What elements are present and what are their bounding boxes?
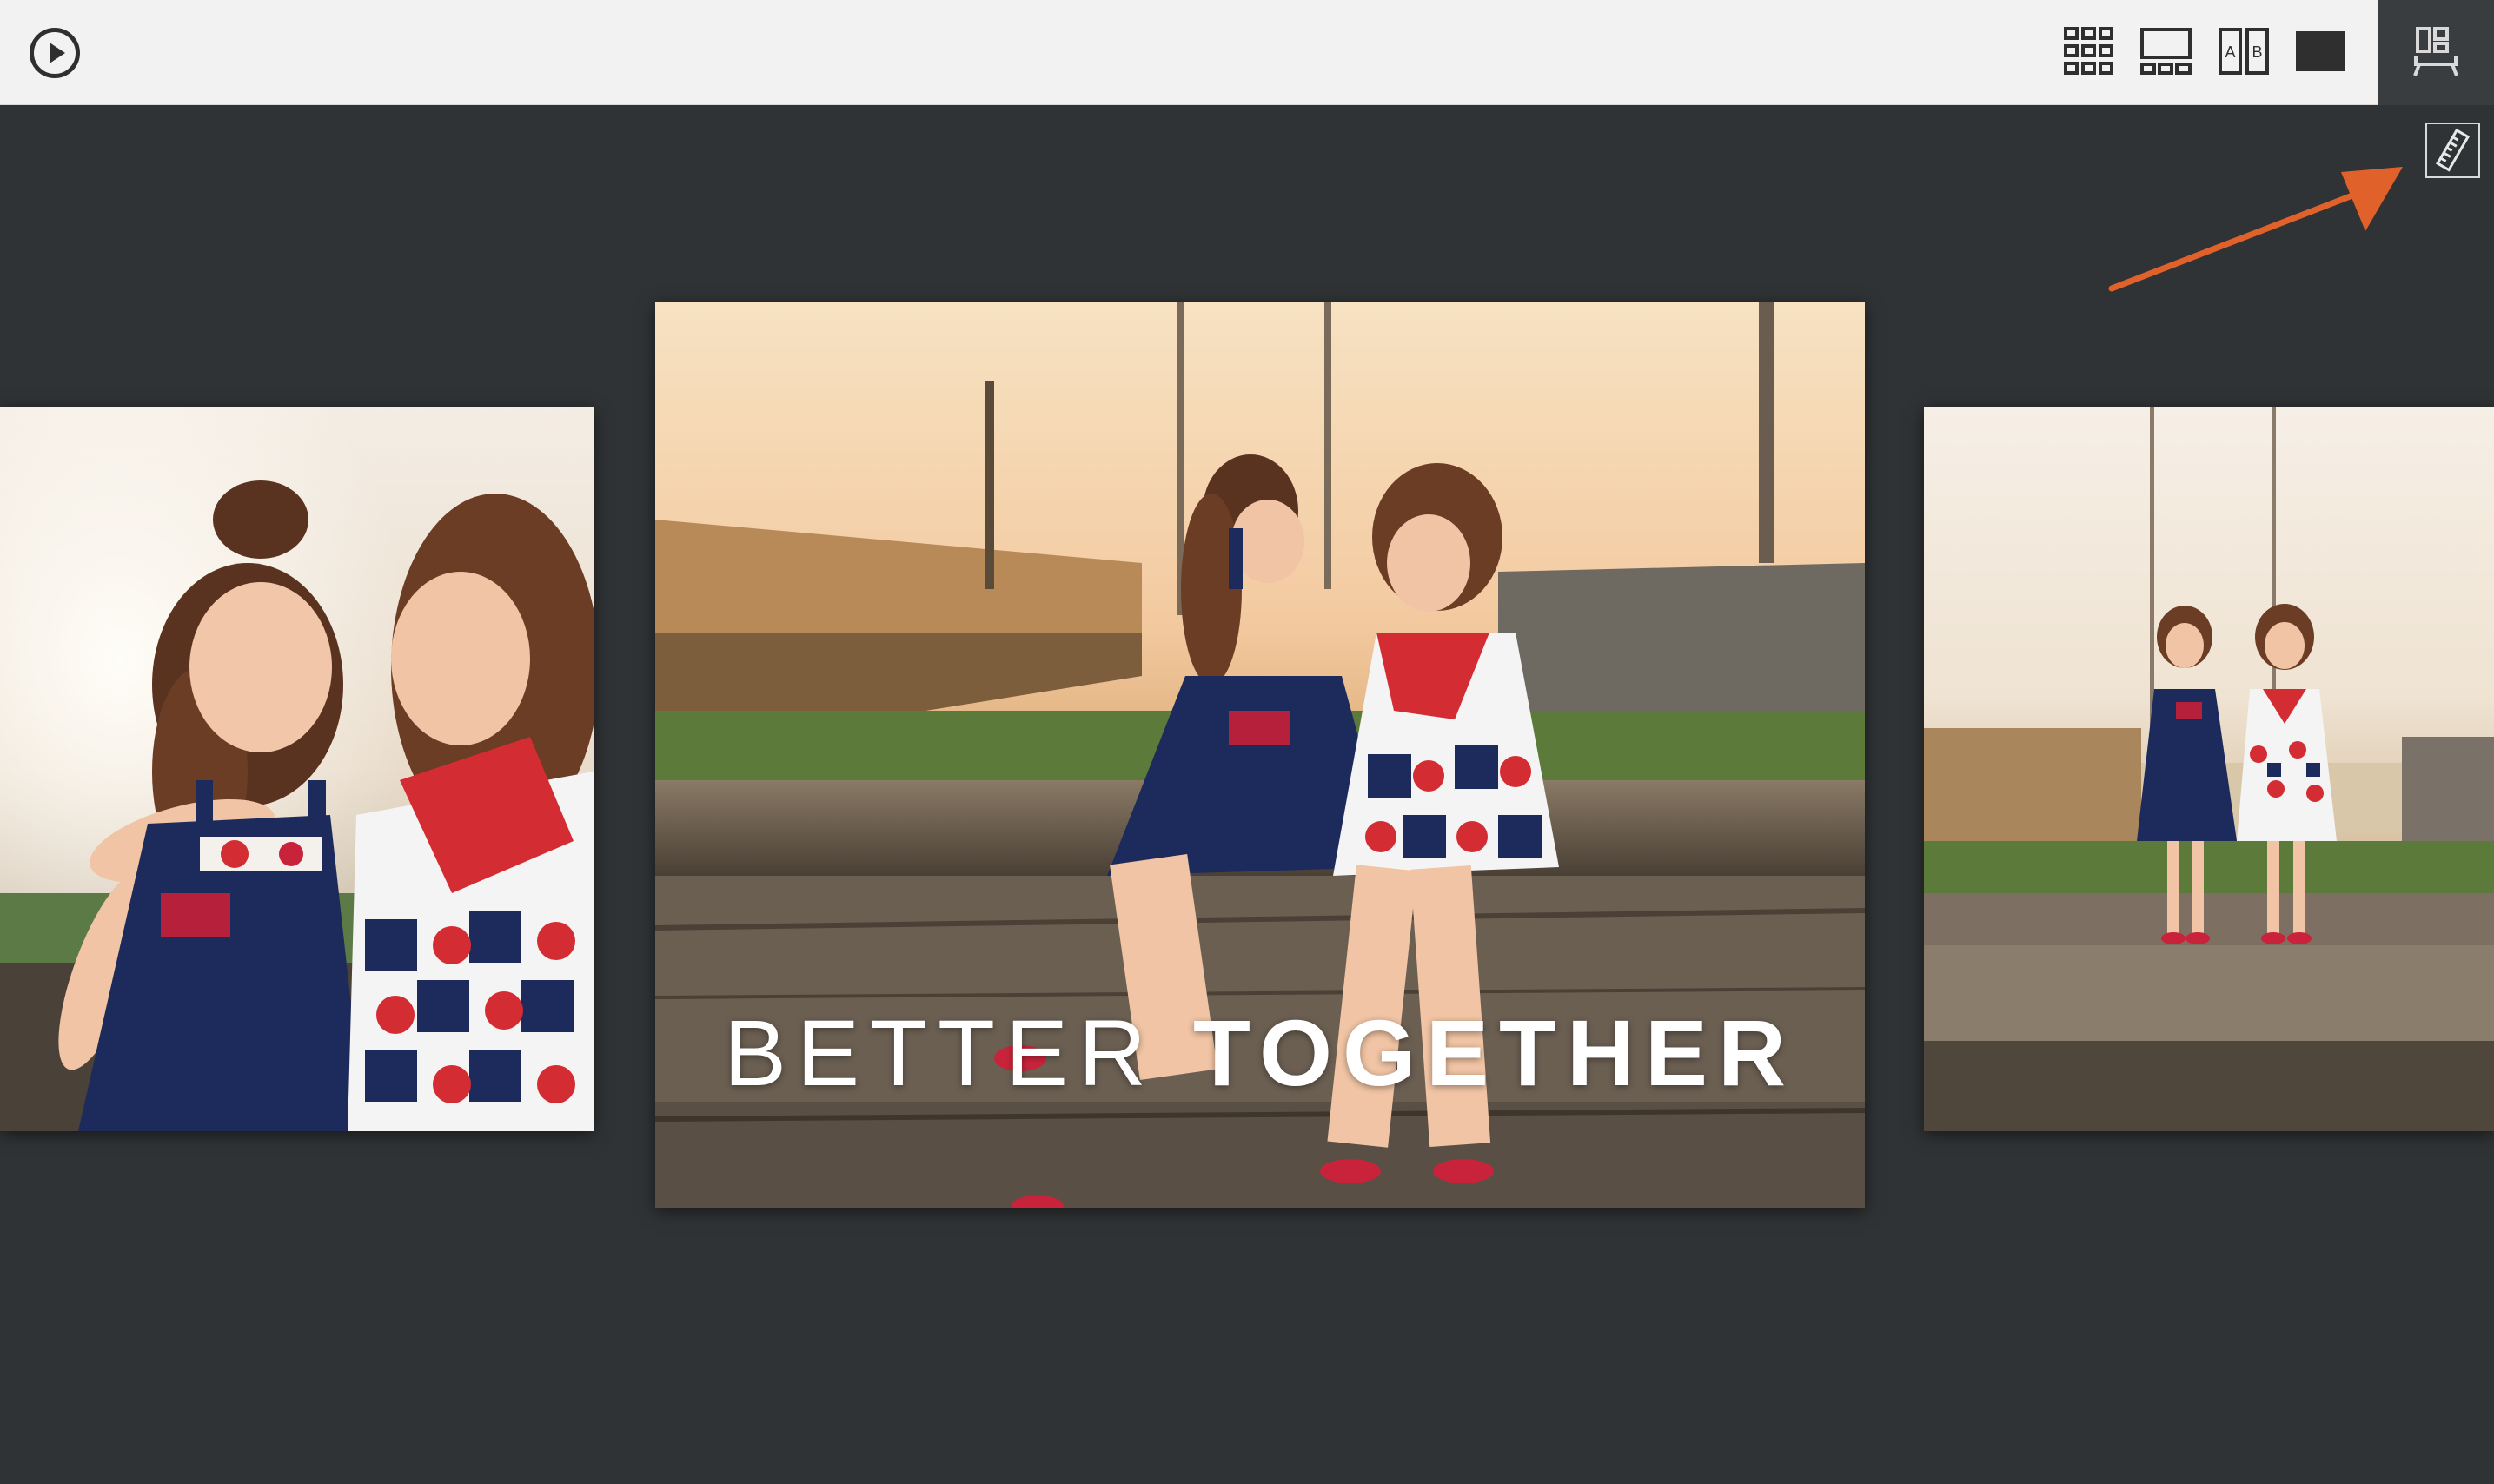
compare-label-a: A: [2225, 43, 2235, 61]
grid-view-button[interactable]: [2064, 24, 2114, 78]
slide-previous-photo[interactable]: [0, 407, 594, 1131]
compare-label-b: B: [2252, 43, 2262, 61]
black-square-icon: [2296, 31, 2345, 71]
layout-board-icon: [2413, 27, 2458, 76]
photo-two-girls-hugging: [0, 407, 594, 1131]
compare-ab-icon: A B: [2219, 28, 2269, 75]
slide-current-photo[interactable]: BETTER TOGETHER: [655, 302, 1865, 1208]
caption-light-text: BETTER: [723, 1000, 1193, 1105]
photo-girls-standing: [1924, 407, 2494, 1131]
slide-next-photo[interactable]: [1924, 407, 2494, 1131]
play-icon: [50, 43, 65, 63]
play-button[interactable]: [30, 28, 80, 78]
compare-view-button[interactable]: A B: [2219, 24, 2269, 78]
ruler-tool-button[interactable]: [2425, 123, 2480, 178]
slide-caption: BETTER TOGETHER: [655, 1006, 1865, 1100]
top-toolbar: A B: [0, 0, 2494, 105]
ruler-icon: [2436, 128, 2471, 172]
grid-icon: [2064, 27, 2113, 75]
survey-view-button[interactable]: [2294, 24, 2346, 78]
layout-view-button[interactable]: [2378, 0, 2494, 105]
loupe-view-button[interactable]: [2140, 24, 2192, 78]
annotation-arrow: [2108, 167, 2403, 292]
loupe-icon: [2140, 28, 2192, 75]
caption-bold-text: TOGETHER: [1192, 1000, 1797, 1105]
